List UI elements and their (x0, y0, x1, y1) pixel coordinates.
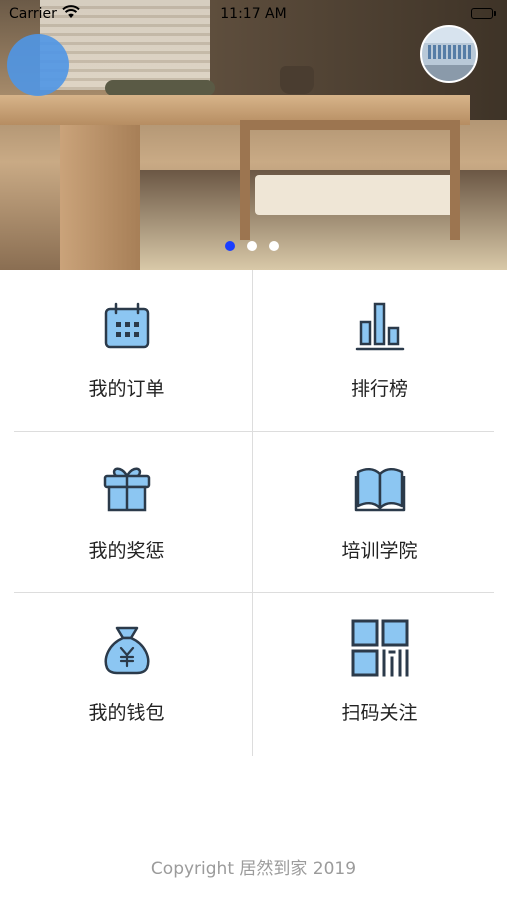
menu-item-label: 我的钱包 (88, 702, 165, 724)
menu-grid: 我的订单 排行榜 我的奖惩 培训学院 我的钱包 扫码关注 (0, 270, 507, 756)
profile-thumbnail[interactable] (420, 25, 478, 83)
menu-item-training[interactable]: 培训学院 (253, 432, 506, 594)
menu-item-orders[interactable]: 我的订单 (0, 270, 253, 432)
bar-chart-icon (253, 300, 506, 352)
menu-item-scan[interactable]: 扫码关注 (253, 594, 506, 756)
menu-item-label: 我的奖惩 (88, 540, 165, 562)
status-bar: Carrier 11:17 AM (0, 0, 507, 28)
banner-table-leg (60, 125, 140, 270)
gift-icon (0, 462, 253, 514)
menu-item-wallet[interactable]: 我的钱包 (0, 594, 253, 756)
money-bag-icon (0, 624, 253, 676)
menu-item-label: 扫码关注 (341, 702, 418, 724)
calendar-icon (0, 300, 253, 352)
menu-item-rewards[interactable]: 我的奖惩 (0, 432, 253, 594)
grid-horizontal-divider (14, 431, 494, 432)
menu-item-label: 我的订单 (88, 378, 165, 400)
carousel-dot-1[interactable] (225, 241, 235, 251)
grid-horizontal-divider (14, 592, 494, 593)
carousel-dot-3[interactable] (269, 241, 279, 251)
banner-tea-tray (105, 80, 215, 96)
status-time: 11:17 AM (220, 6, 287, 22)
copyright-footer: Copyright 居然到家 2019 (150, 859, 357, 879)
qr-code-icon (253, 618, 506, 678)
menu-item-label: 排行榜 (350, 378, 408, 400)
banner-teapot (280, 66, 314, 94)
user-avatar[interactable] (7, 34, 69, 96)
carousel-dot-2[interactable] (247, 241, 257, 251)
battery-icon (471, 8, 496, 19)
book-icon (253, 462, 506, 514)
banner-bench (240, 120, 460, 240)
grid-vertical-divider (252, 270, 253, 756)
menu-item-label: 培训学院 (341, 540, 418, 562)
menu-item-ranking[interactable]: 排行榜 (253, 270, 506, 432)
carousel-indicator[interactable] (225, 241, 279, 251)
